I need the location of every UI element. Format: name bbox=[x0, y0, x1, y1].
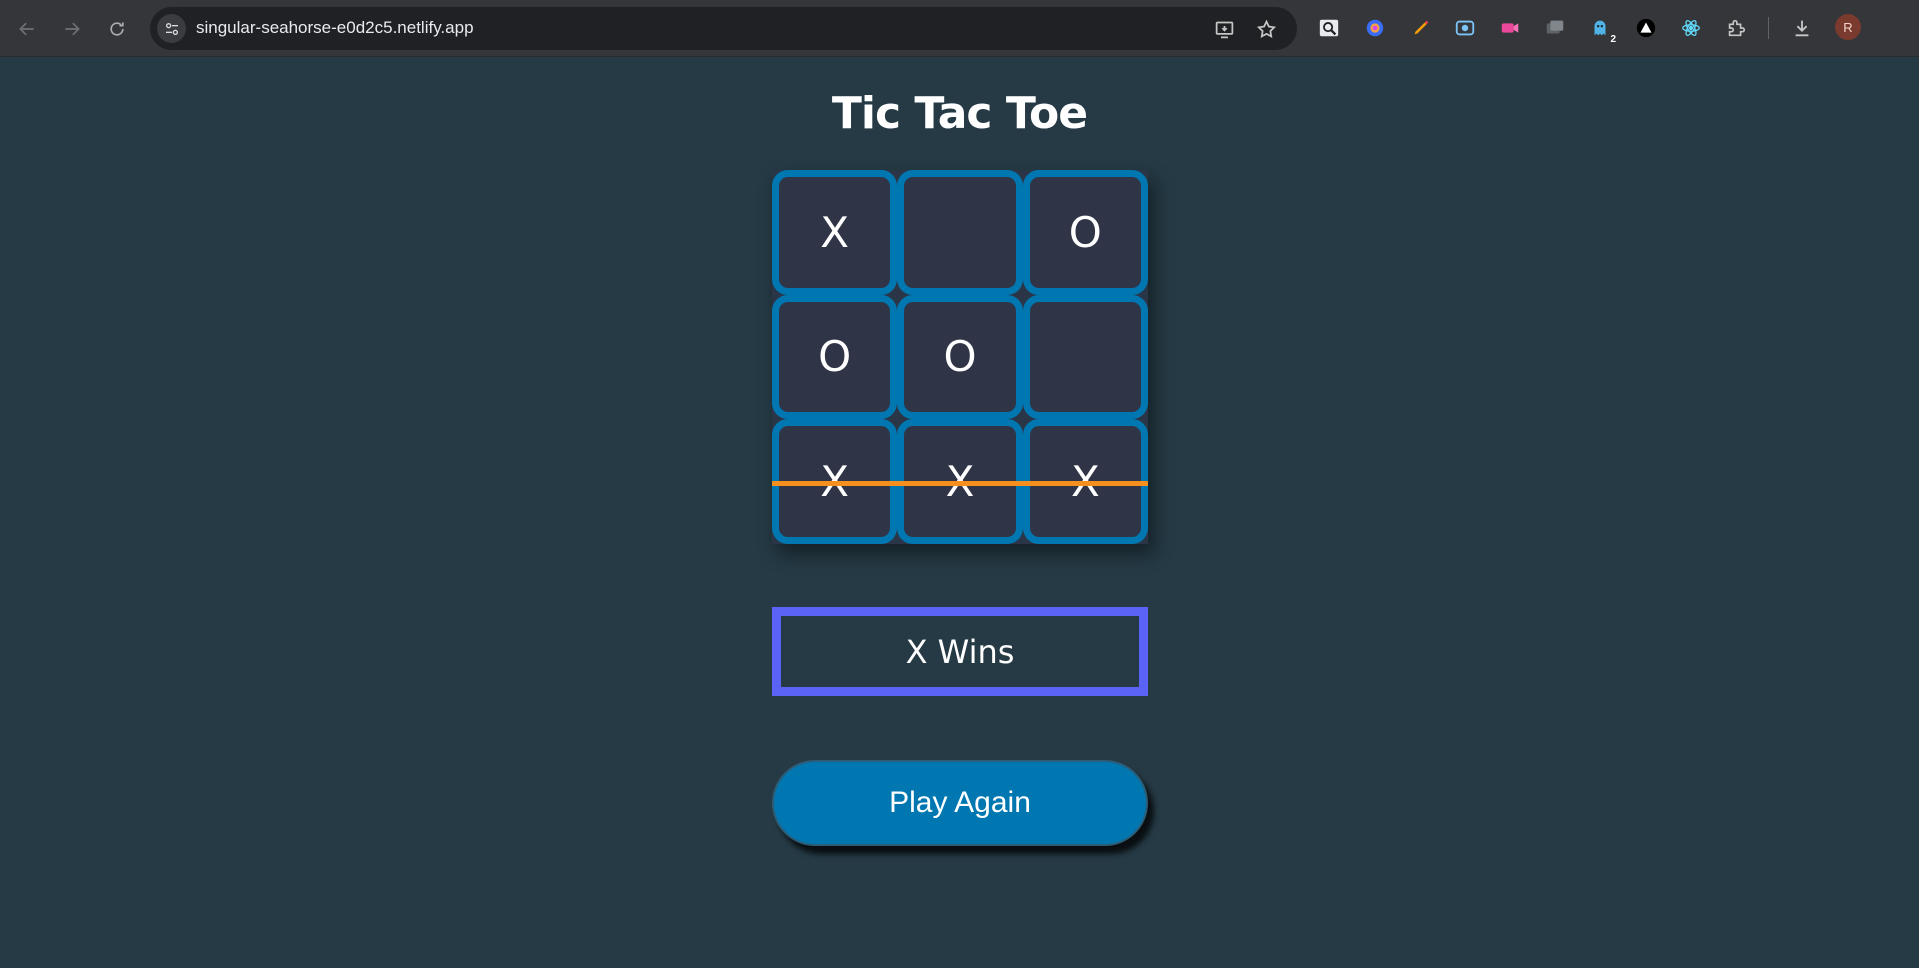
board-cell[interactable]: O bbox=[772, 294, 898, 420]
board-cell[interactable]: X bbox=[772, 170, 898, 295]
url-text[interactable]: singular-seahorse-e0d2c5.netlify.app bbox=[196, 18, 474, 38]
game-board: X O O O X X X bbox=[772, 170, 1148, 544]
board-cell[interactable] bbox=[1022, 294, 1148, 420]
play-again-button[interactable]: Play Again bbox=[772, 760, 1148, 846]
video-recorder-extension-icon[interactable] bbox=[1497, 15, 1523, 41]
browser-toolbar: singular-seahorse-e0d2c5.netlify.app 2 R bbox=[0, 0, 1919, 57]
winning-strike-line bbox=[772, 481, 1148, 486]
install-app-icon[interactable] bbox=[1212, 17, 1236, 41]
profile-avatar[interactable]: R bbox=[1835, 14, 1861, 40]
react-devtools-icon[interactable] bbox=[1678, 15, 1704, 41]
board-cell[interactable] bbox=[897, 170, 1023, 295]
screen-capture-extension-icon[interactable] bbox=[1452, 15, 1478, 41]
board-cell[interactable]: O bbox=[1022, 170, 1148, 295]
triangle-extension-icon[interactable] bbox=[1633, 15, 1659, 41]
site-info-icon[interactable] bbox=[157, 14, 186, 43]
board-cell[interactable]: O bbox=[897, 294, 1023, 420]
back-arrow-icon[interactable] bbox=[10, 12, 44, 46]
color-picker-extension-icon[interactable] bbox=[1362, 15, 1388, 41]
search-extension-icon[interactable] bbox=[1316, 15, 1342, 41]
address-bar[interactable]: singular-seahorse-e0d2c5.netlify.app bbox=[150, 7, 1297, 50]
pen-extension-icon[interactable] bbox=[1408, 15, 1434, 41]
bookmark-star-icon[interactable] bbox=[1254, 17, 1278, 41]
ghost-extension-icon[interactable]: 2 bbox=[1587, 15, 1616, 45]
reload-icon[interactable] bbox=[100, 12, 134, 46]
toolbar-divider bbox=[1768, 17, 1769, 39]
game-status: X Wins bbox=[772, 607, 1148, 696]
extension-badge: 2 bbox=[1610, 34, 1616, 45]
download-icon[interactable] bbox=[1789, 15, 1815, 41]
page-title: Tic Tac Toe bbox=[831, 88, 1088, 139]
extensions-puzzle-icon[interactable] bbox=[1723, 15, 1749, 41]
forward-arrow-icon[interactable] bbox=[55, 12, 89, 46]
tab-manager-extension-icon[interactable] bbox=[1542, 15, 1568, 41]
